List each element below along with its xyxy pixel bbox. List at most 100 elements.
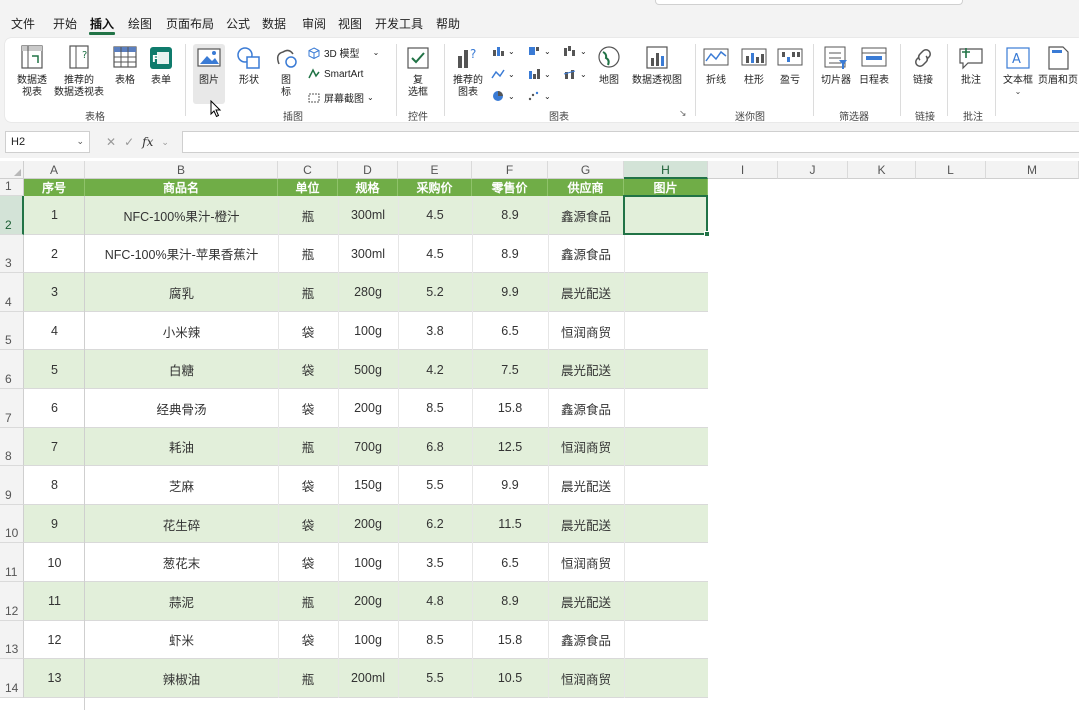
cell-h4[interactable] <box>624 273 708 312</box>
tab-help[interactable]: 帮助 <box>436 15 460 32</box>
row-header-1[interactable]: 1 <box>0 179 24 196</box>
title-search-box[interactable] <box>655 0 963 5</box>
cell-f3[interactable]: 8.9 <box>472 235 548 274</box>
cell-a12[interactable]: 11 <box>24 582 85 621</box>
cell-g10[interactable]: 晨光配送 <box>548 505 624 544</box>
cell-e4[interactable]: 5.2 <box>398 273 472 312</box>
cell-d12[interactable]: 200g <box>338 582 398 621</box>
cell-b10[interactable]: 花生碎 <box>85 505 278 544</box>
cell-e5[interactable]: 3.8 <box>398 312 472 351</box>
enter-icon[interactable]: ✓ <box>124 135 134 149</box>
cell-a7[interactable]: 6 <box>24 389 85 428</box>
cell-b9[interactable]: 芝麻 <box>85 466 278 505</box>
cell-c12[interactable]: 瓶 <box>278 582 338 621</box>
cell-c11[interactable]: 袋 <box>278 543 338 582</box>
shapes-button[interactable]: 形状 <box>231 44 267 87</box>
cell-f4[interactable]: 9.9 <box>472 273 548 312</box>
cell-b14[interactable]: 辣椒油 <box>85 659 278 698</box>
row-header-5[interactable]: 5 <box>0 311 24 351</box>
cell-h6[interactable] <box>624 350 708 389</box>
row-header-12[interactable]: 12 <box>0 582 24 621</box>
waterfall-chart-button[interactable]: ⌄ <box>563 45 587 57</box>
cell-f7[interactable]: 15.8 <box>472 389 548 428</box>
tab-developer[interactable]: 开发工具 <box>375 15 423 32</box>
link-button[interactable]: 链接 <box>907 44 939 87</box>
cell-b3[interactable]: NFC-100%果汁-苹果香蕉汁 <box>85 235 278 274</box>
column-header-c[interactable]: C <box>278 161 338 179</box>
cell-a14[interactable]: 13 <box>24 659 85 698</box>
cell-f13[interactable]: 15.8 <box>472 621 548 660</box>
cell-g11[interactable]: 恒润商贸 <box>548 543 624 582</box>
name-box[interactable]: H2 ⌄ <box>5 131 90 153</box>
cell-e14[interactable]: 5.5 <box>398 659 472 698</box>
recommended-charts-button[interactable]: ? 推荐的 图表 <box>451 44 485 99</box>
column-header-j[interactable]: J <box>778 161 848 179</box>
cell-h11[interactable] <box>624 543 708 582</box>
header-cell-h[interactable]: 图片 <box>624 179 708 196</box>
table-button[interactable]: 表格 <box>109 44 141 87</box>
worksheet-grid[interactable]: A B C D E F G H I J K L M 序号 商品名 单位 规格 采购价 零售价 供应商 图片 1 NFC-10… <box>0 158 1079 710</box>
header-cell-e[interactable]: 采购价 <box>398 179 472 196</box>
cell-e13[interactable]: 8.5 <box>398 621 472 660</box>
row-header-2[interactable]: 2 <box>0 196 24 235</box>
row-header-8[interactable]: 8 <box>0 427 24 467</box>
cell-c5[interactable]: 袋 <box>278 312 338 351</box>
cell-h2[interactable] <box>624 196 708 235</box>
maps-button[interactable]: 地图 <box>593 44 625 87</box>
cell-d3[interactable]: 300ml <box>338 235 398 274</box>
header-cell-d[interactable]: 规格 <box>338 179 398 196</box>
cell-b6[interactable]: 白糖 <box>85 350 278 389</box>
cell-b11[interactable]: 葱花末 <box>85 543 278 582</box>
cell-f6[interactable]: 7.5 <box>472 350 548 389</box>
cell-a13[interactable]: 12 <box>24 621 85 660</box>
tab-draw[interactable]: 绘图 <box>128 15 152 32</box>
icons-button[interactable]: 图 标 <box>271 44 301 99</box>
cell-c14[interactable]: 瓶 <box>278 659 338 698</box>
smartart-button[interactable]: SmartArt <box>307 68 363 80</box>
timeline-button[interactable]: 日程表 <box>857 44 891 87</box>
line-chart-button[interactable]: ⌄ <box>491 68 515 80</box>
tab-file[interactable]: 文件 <box>11 15 35 32</box>
cell-c3[interactable]: 瓶 <box>278 235 338 274</box>
cell-c8[interactable]: 瓶 <box>278 428 338 467</box>
formula-input[interactable] <box>182 131 1079 153</box>
cell-a10[interactable]: 9 <box>24 505 85 544</box>
cancel-icon[interactable]: ✕ <box>106 135 116 149</box>
combo-chart-button[interactable]: ⌄ <box>563 68 587 80</box>
recommended-pivot-button[interactable]: ? 推荐的 数据透视表 <box>51 44 107 99</box>
cell-b13[interactable]: 虾米 <box>85 621 278 660</box>
chevron-down-icon[interactable]: ⌄ <box>76 136 84 147</box>
cell-d5[interactable]: 100g <box>338 312 398 351</box>
cell-d6[interactable]: 500g <box>338 350 398 389</box>
column-header-f[interactable]: F <box>472 161 548 179</box>
cell-d7[interactable]: 200g <box>338 389 398 428</box>
cell-b7[interactable]: 经典骨汤 <box>85 389 278 428</box>
column-header-g[interactable]: G <box>548 161 624 179</box>
insert-function-button[interactable]: fx <box>142 135 153 149</box>
cell-h13[interactable] <box>624 621 708 660</box>
cell-g8[interactable]: 恒润商贸 <box>548 428 624 467</box>
cell-d4[interactable]: 280g <box>338 273 398 312</box>
cell-g5[interactable]: 恒润商贸 <box>548 312 624 351</box>
checkbox-button[interactable]: 复 选框 <box>403 44 433 99</box>
row-header-9[interactable]: 9 <box>0 466 24 505</box>
cell-f10[interactable]: 11.5 <box>472 505 548 544</box>
column-chart-button[interactable]: ⌄ <box>491 45 515 57</box>
cell-e10[interactable]: 6.2 <box>398 505 472 544</box>
pictures-button[interactable]: 图片 <box>193 44 225 104</box>
cell-g6[interactable]: 晨光配送 <box>548 350 624 389</box>
header-cell-c[interactable]: 单位 <box>278 179 338 196</box>
cell-a11[interactable]: 10 <box>24 543 85 582</box>
tab-formulas[interactable]: 公式 <box>226 15 250 32</box>
cell-b4[interactable]: 腐乳 <box>85 273 278 312</box>
cell-e2[interactable]: 4.5 <box>398 196 472 235</box>
cell-h7[interactable] <box>624 389 708 428</box>
header-cell-b[interactable]: 商品名 <box>85 179 278 196</box>
statistic-chart-button[interactable]: ⌄ <box>527 68 551 80</box>
row-header-3[interactable]: 3 <box>0 234 24 274</box>
row-header-13[interactable]: 13 <box>0 620 24 660</box>
cell-h10[interactable] <box>624 505 708 544</box>
cell-g4[interactable]: 晨光配送 <box>548 273 624 312</box>
screenshot-button[interactable]: 屏幕截图 ⌄ <box>307 90 374 105</box>
form-button[interactable]: F 表单 <box>145 44 177 87</box>
